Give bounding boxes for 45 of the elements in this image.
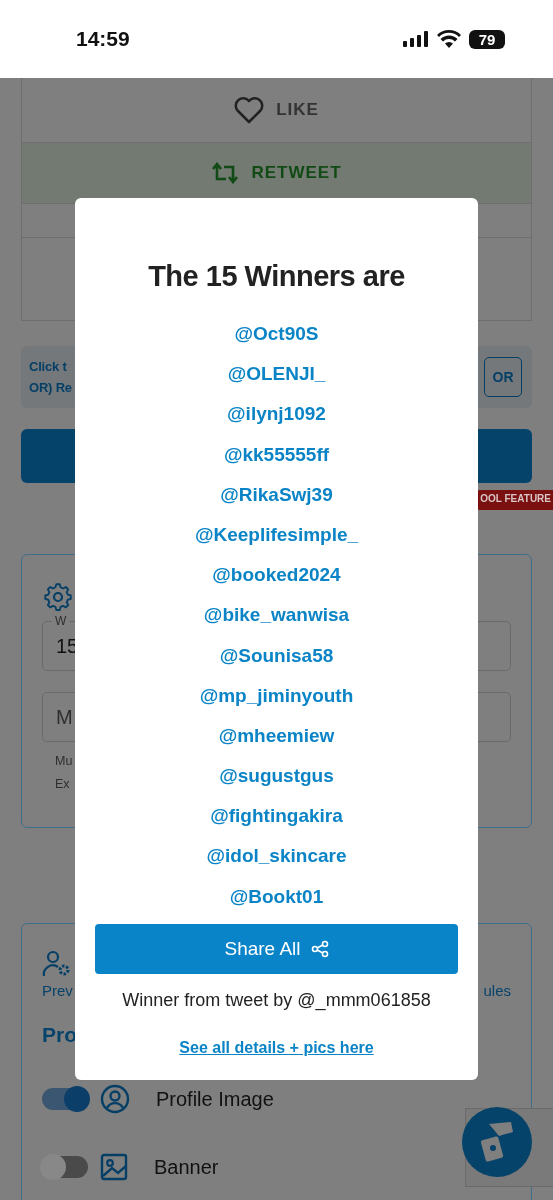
rules-tab[interactable]: ules: [483, 982, 511, 999]
preview-tab[interactable]: Prev: [42, 982, 73, 999]
wifi-icon: [437, 30, 461, 48]
image-icon: [100, 1153, 128, 1181]
winner-link[interactable]: @Oct90S: [234, 314, 319, 355]
winner-link[interactable]: @bike_wanwisa: [203, 595, 350, 636]
user-settings-icon: [42, 950, 72, 978]
source-text: Winner from tweet by @_mmm061858: [122, 989, 431, 1011]
feature-badge: OOL FEATURE: [476, 490, 553, 510]
winner-link[interactable]: @booked2024: [212, 555, 341, 596]
toggle-switch[interactable]: [42, 1088, 88, 1110]
settings-icon: [44, 583, 72, 611]
field-label: W: [52, 614, 70, 628]
winner-link[interactable]: @Bookt01: [229, 876, 324, 917]
winner-link[interactable]: @kk55555ff: [223, 434, 330, 475]
details-link[interactable]: See all details + pics here: [179, 1038, 374, 1057]
heart-icon: [234, 96, 265, 124]
share-all-button[interactable]: Share All: [95, 923, 458, 974]
helper-text: Mu: [55, 754, 73, 768]
clock-time: 14:59: [76, 27, 130, 51]
notice-text: OR) Re: [29, 380, 72, 395]
signal-icon: [403, 31, 429, 47]
section-heading: Pro: [42, 1023, 77, 1047]
retweet-icon: [211, 162, 240, 184]
notice-text: Click t: [29, 359, 68, 374]
toggle-label: Banner: [154, 1155, 219, 1179]
winner-link[interactable]: @RikaSwj39: [220, 474, 333, 515]
or-button[interactable]: OR: [484, 357, 522, 397]
winner-link[interactable]: @mheemiew: [218, 715, 335, 757]
user-icon: [100, 1084, 130, 1114]
toggle-switch[interactable]: [42, 1156, 88, 1178]
winner-link[interactable]: @fightingakira: [210, 796, 343, 837]
share-icon: [310, 939, 329, 958]
retweet-button[interactable]: RETWEET: [22, 143, 531, 204]
helper-text: Ex: [55, 777, 70, 791]
dialog-title: The 15 Winners are: [148, 260, 405, 293]
toggle-label: Profile Image: [156, 1087, 274, 1111]
winner-link[interactable]: @Sounisa58: [219, 635, 334, 676]
winner-link[interactable]: @sugustgus: [219, 756, 334, 797]
battery-indicator: 79: [469, 29, 505, 49]
winner-link[interactable]: @idol_skincare: [206, 836, 347, 877]
winner-link[interactable]: @OLENJI_: [227, 354, 326, 395]
winner-link[interactable]: @Keeplifesimple_: [194, 514, 359, 556]
winner-link[interactable]: @mp_jiminyouth: [199, 675, 354, 716]
winner-link[interactable]: @ilynj1092: [227, 394, 326, 435]
